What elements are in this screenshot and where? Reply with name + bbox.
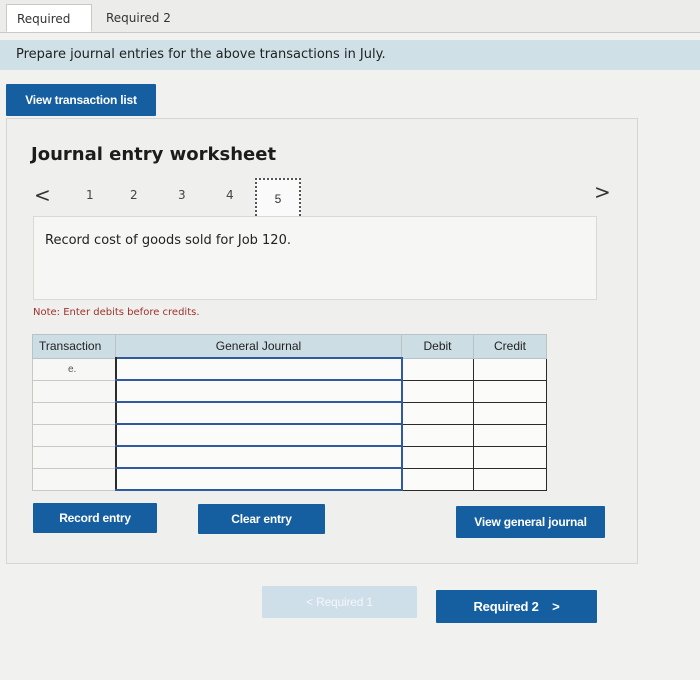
debit-input[interactable] (401, 423, 474, 447)
page-1-link[interactable]: 1 (86, 188, 94, 202)
table-row (32, 445, 547, 469)
tab-required-2[interactable]: Required 2 (96, 4, 184, 32)
transaction-cell (32, 401, 116, 425)
next-required-label: Required 2 (473, 599, 539, 614)
debit-input[interactable] (401, 401, 474, 425)
clear-entry-button[interactable]: Clear entry (198, 504, 325, 534)
transaction-cell: e. (32, 357, 116, 381)
account-input[interactable] (114, 357, 403, 381)
debit-input[interactable] (401, 467, 474, 491)
tab-required-1[interactable]: Required 1 (6, 4, 92, 54)
transaction-cell (32, 379, 116, 403)
debit-input[interactable] (401, 445, 474, 469)
table-row (32, 401, 547, 425)
chevron-left-icon[interactable]: < (34, 183, 51, 207)
account-input[interactable] (114, 467, 403, 491)
column-header-general-journal: General Journal (115, 334, 402, 359)
table-row: e. (32, 357, 547, 381)
worksheet-title: Journal entry worksheet (31, 144, 277, 165)
transaction-description: Record cost of goods sold for Job 120. (33, 216, 597, 300)
credit-input[interactable] (473, 401, 547, 425)
account-input[interactable] (114, 401, 403, 425)
credit-input[interactable] (473, 445, 547, 469)
instruction-text: Prepare journal entries for the above tr… (0, 40, 700, 70)
account-input[interactable] (114, 423, 403, 447)
transaction-cell (32, 445, 116, 469)
page-5-link[interactable]: 5 (255, 178, 301, 220)
account-input[interactable] (114, 379, 403, 403)
view-transaction-list-button[interactable]: View transaction list (6, 84, 156, 116)
entry-note: Note: Enter debits before credits. (33, 307, 200, 318)
credit-input[interactable] (473, 379, 547, 403)
table-row (32, 467, 547, 491)
view-general-journal-button[interactable]: View general journal (456, 506, 605, 538)
transaction-cell (32, 467, 116, 491)
table-row (32, 379, 547, 403)
debit-input[interactable] (401, 357, 474, 381)
column-header-debit: Debit (401, 334, 474, 359)
page-2-link[interactable]: 2 (130, 188, 138, 202)
column-header-credit: Credit (473, 334, 547, 359)
credit-input[interactable] (473, 423, 547, 447)
page-4-link[interactable]: 4 (226, 188, 234, 202)
chevron-right-icon[interactable]: > (594, 180, 611, 204)
credit-input[interactable] (473, 357, 547, 381)
column-header-transaction: Transaction (32, 334, 116, 359)
debit-input[interactable] (401, 379, 474, 403)
next-required-button[interactable]: Required 2 > (436, 590, 597, 623)
table-header-row: Transaction General Journal Debit Credit (32, 334, 547, 359)
chevron-right-icon: > (552, 599, 560, 614)
credit-input[interactable] (473, 467, 547, 491)
table-row (32, 423, 547, 447)
record-entry-button[interactable]: Record entry (33, 503, 157, 533)
journal-entry-table: Transaction General Journal Debit Credit… (32, 334, 547, 491)
account-input[interactable] (114, 445, 403, 469)
prev-required-button[interactable]: < Required 1 (262, 586, 417, 618)
page-3-link[interactable]: 3 (178, 188, 186, 202)
transaction-cell (32, 423, 116, 447)
